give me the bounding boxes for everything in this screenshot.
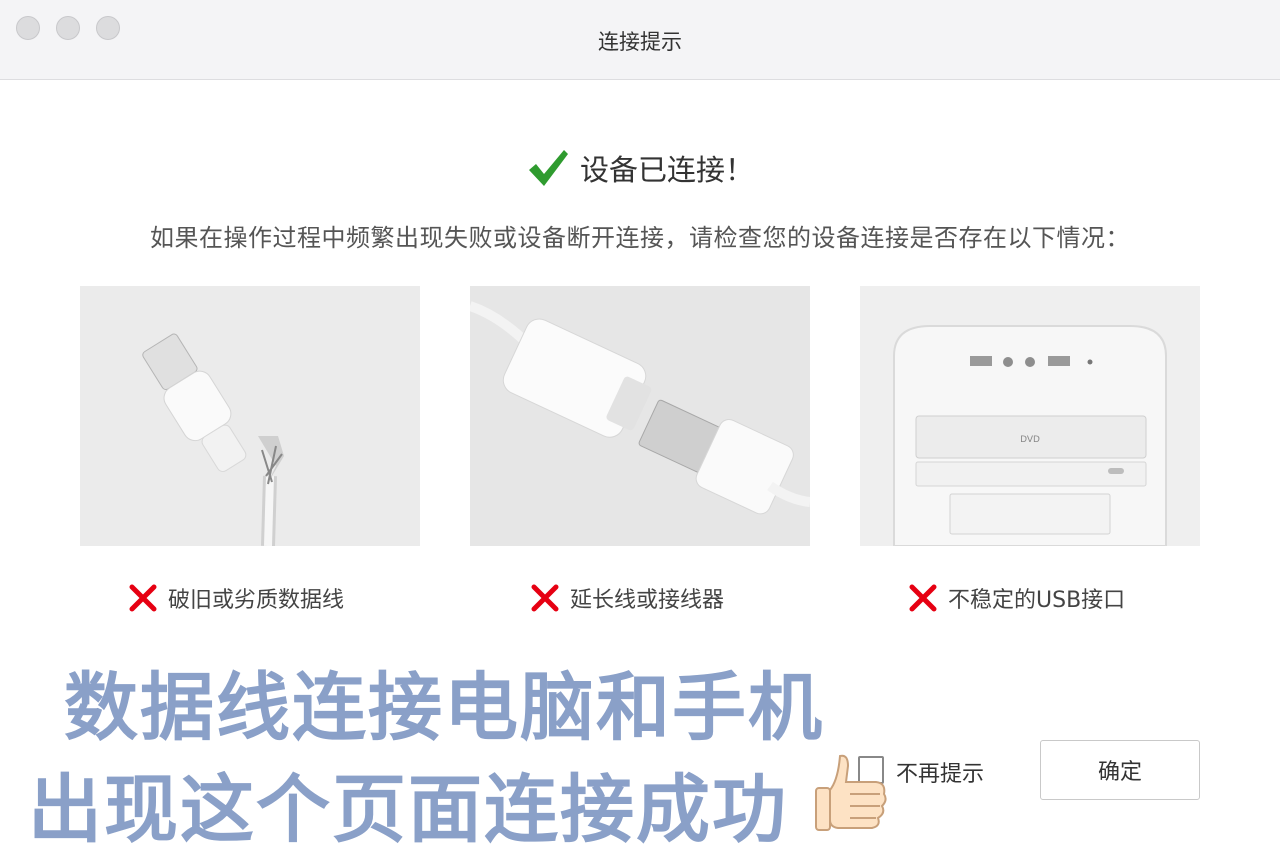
- pc-front-usb-image: DVD: [860, 286, 1200, 546]
- issue-unstable-usb: 不稳定的USB接口: [908, 582, 1125, 614]
- caption-line-1: 数据线连接电脑和手机: [64, 665, 824, 751]
- red-x-icon: [129, 584, 157, 612]
- dont-show-again-label[interactable]: 不再提示: [896, 756, 984, 788]
- issue-label: 不稳定的USB接口: [948, 588, 1126, 613]
- connection-dialog: 连接提示 设备已连接！ 如果在操作过程中频繁出现失败或设备断开连接，请检查您的设…: [0, 0, 1280, 860]
- broken-cable-image: [80, 286, 420, 546]
- status-text: 设备已连接！: [579, 153, 754, 187]
- svg-text:DVD: DVD: [1020, 435, 1040, 445]
- issue-extension-cable: 延长线或接线器: [530, 582, 724, 614]
- instruction-text: 如果在操作过程中频繁出现失败或设备断开连接，请检查您的设备连接是否存在以下情况：: [150, 224, 1130, 252]
- thumbs-up-icon: [815, 754, 887, 831]
- window-title: 连接提示: [598, 30, 682, 54]
- red-x-icon: [909, 584, 937, 612]
- issue-label: 破旧或劣质数据线: [168, 588, 345, 613]
- title-bar: 连接提示: [0, 0, 1280, 80]
- issue-broken-cable: 破旧或劣质数据线: [128, 582, 344, 614]
- ok-button[interactable]: 确定: [1040, 740, 1200, 800]
- red-x-icon: [531, 584, 559, 612]
- issue-label: 延长线或接线器: [570, 588, 725, 613]
- usb-extension-image: [470, 286, 810, 546]
- green-check-icon: [528, 150, 568, 186]
- caption-line-2: 出现这个页面连接成功: [28, 767, 788, 853]
- connection-status: 设备已连接！: [0, 146, 1280, 190]
